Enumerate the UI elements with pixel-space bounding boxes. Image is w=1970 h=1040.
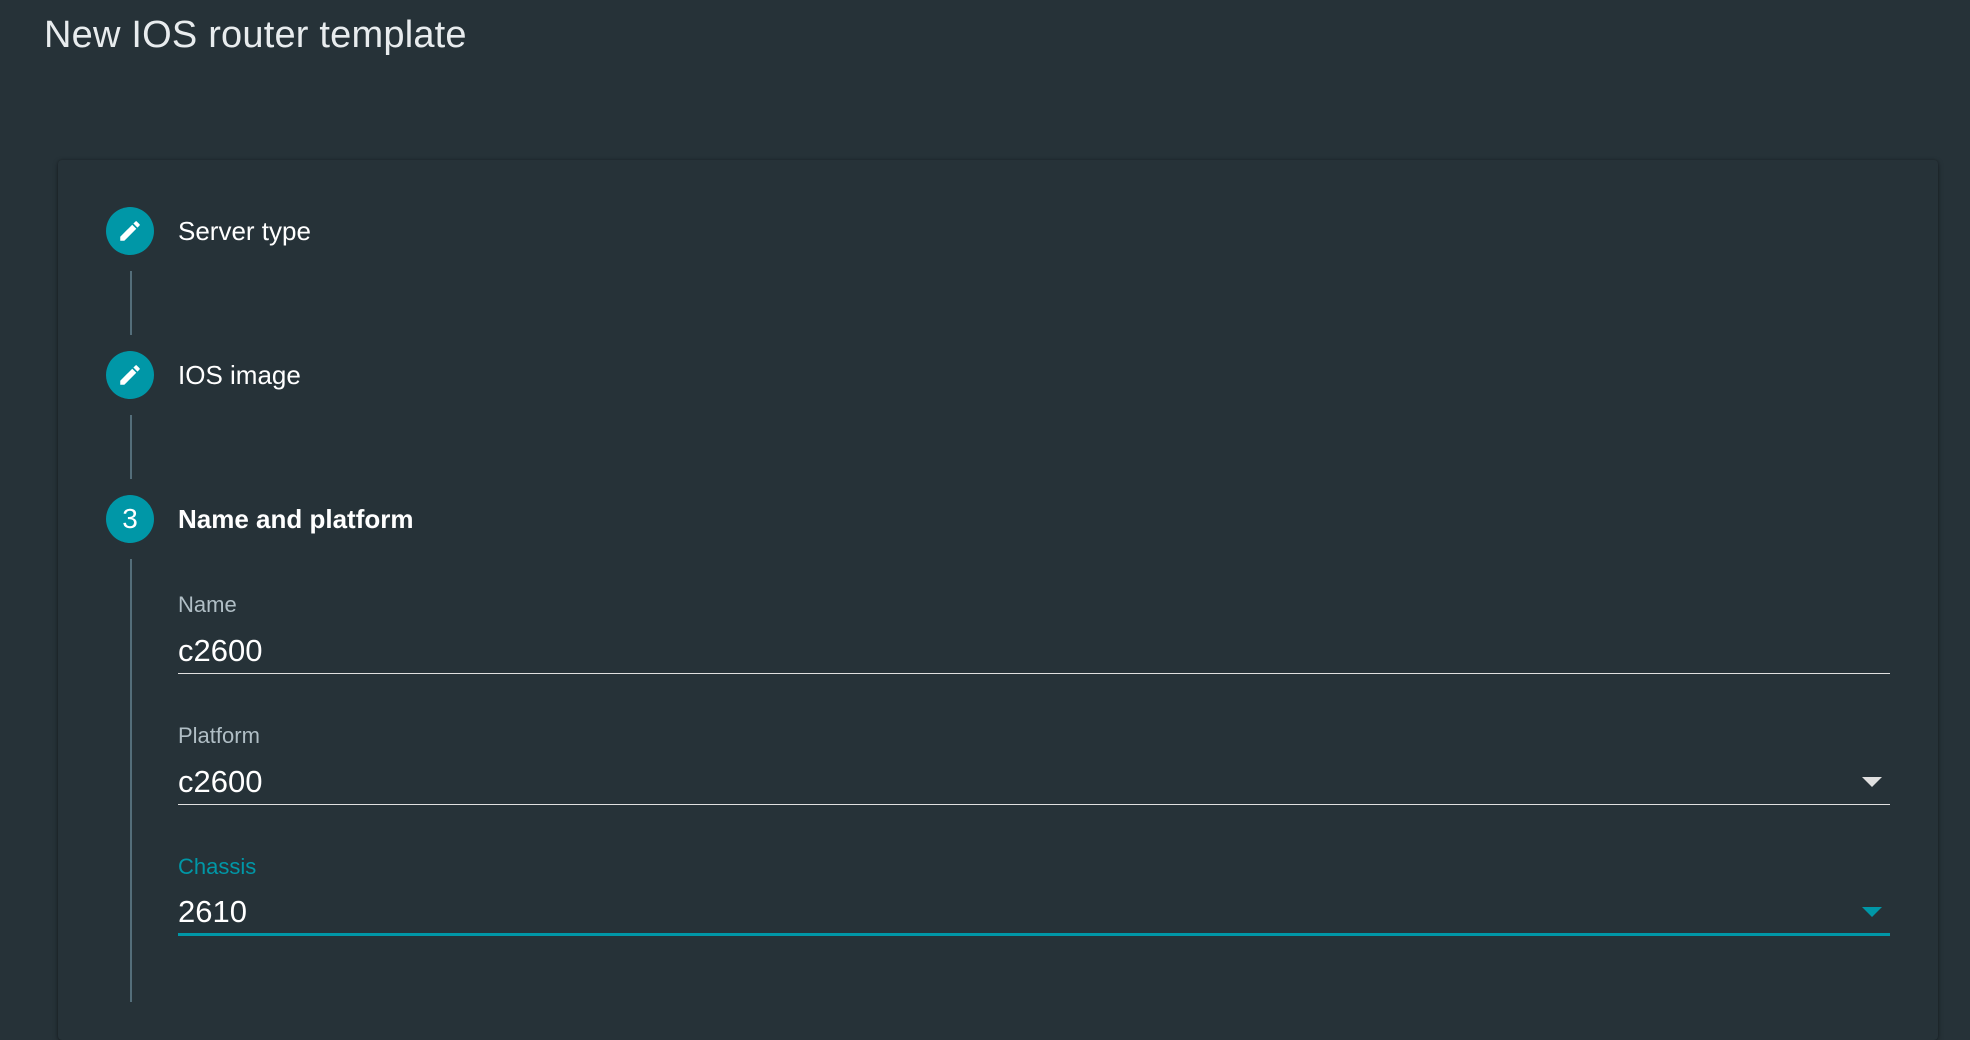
chassis-select-value: 2610 (178, 893, 247, 929)
step-2-circle (106, 351, 154, 399)
step-connector (130, 415, 132, 479)
step-connector (130, 559, 132, 1002)
step-3-circle: 3 (106, 495, 154, 543)
page-title: New IOS router template (44, 14, 467, 56)
step-name-and-platform[interactable]: 3 Name and platform (106, 495, 414, 543)
dropdown-arrow-icon[interactable] (1862, 906, 1882, 917)
chassis-field[interactable]: Chassis 2610 (178, 854, 1890, 936)
chassis-select[interactable]: 2610 (178, 890, 1890, 936)
step-1-label: Server type (178, 215, 311, 246)
platform-field-label: Platform (178, 723, 260, 748)
step-server-type[interactable]: Server type (106, 207, 311, 255)
step-number: 3 (122, 503, 138, 534)
platform-select[interactable]: c2600 (178, 759, 1890, 805)
dropdown-arrow-icon[interactable] (1862, 776, 1882, 787)
platform-field[interactable]: Platform c2600 (178, 723, 1890, 805)
step-1-circle (106, 207, 154, 255)
step-ios-image[interactable]: IOS image (106, 351, 301, 399)
pencil-icon (120, 365, 140, 385)
platform-select-value: c2600 (178, 763, 263, 799)
step-3-label: Name and platform (178, 503, 414, 534)
name-input-value: c2600 (178, 632, 263, 668)
chassis-field-label: Chassis (178, 854, 257, 879)
name-field-label: Name (178, 592, 237, 617)
name-field[interactable]: Name c2600 (178, 592, 1890, 674)
step-connector (130, 271, 132, 335)
name-input[interactable]: c2600 (178, 628, 1890, 674)
step-2-label: IOS image (178, 359, 301, 390)
pencil-icon (120, 221, 140, 241)
